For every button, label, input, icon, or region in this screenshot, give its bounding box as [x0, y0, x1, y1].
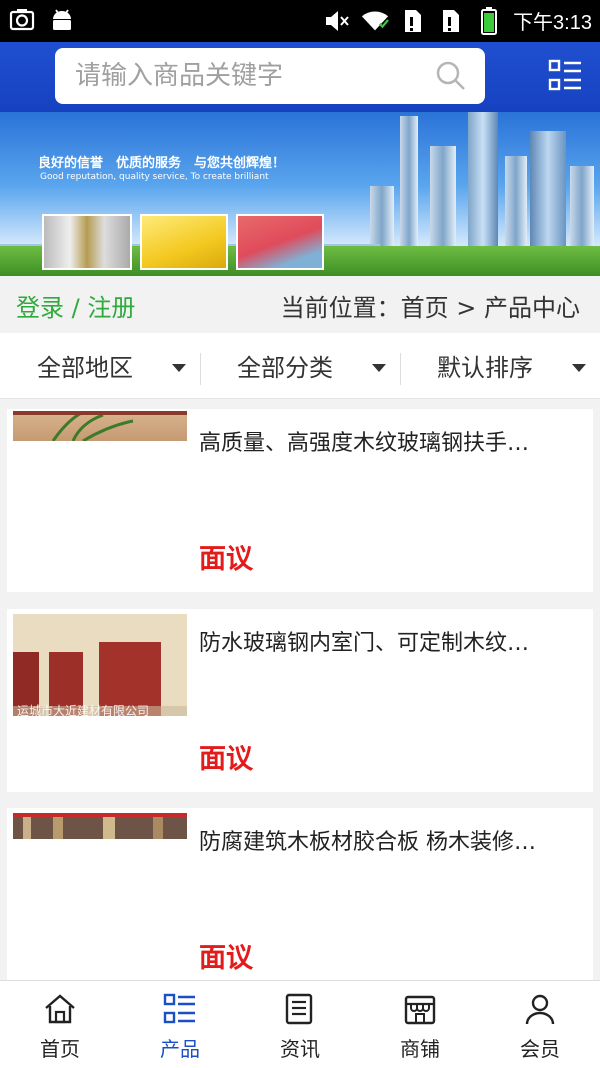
search-icon[interactable] — [435, 60, 467, 96]
product-title[interactable]: 防腐建筑木板材胶合板 杨木装修… — [199, 824, 583, 856]
product-thumbnail[interactable] — [13, 411, 187, 441]
product-price: 面议 — [199, 544, 253, 575]
grid-list-icon — [163, 993, 197, 1029]
product-card[interactable]: 运城市大近建材有限公司 防水玻璃钢内室门、可定制木纹… 面议 — [7, 609, 593, 792]
filter-label: 全部分类 — [237, 354, 333, 382]
dropdown-arrow-icon — [372, 364, 386, 372]
battery-icon — [475, 6, 503, 35]
breadcrumb: 当前位置：首页 > 产品中心 — [280, 294, 580, 322]
news-icon — [283, 993, 317, 1029]
tab-member[interactable]: 会员 — [480, 981, 600, 1068]
bottom-tab-bar: 首页 产品 资讯 商铺 会员 — [0, 980, 600, 1068]
tab-news[interactable]: 资讯 — [240, 981, 360, 1068]
thumbnail-watermark: 运城市大近建材有限公司 — [17, 704, 150, 716]
user-icon — [523, 993, 557, 1029]
camera-icon — [8, 6, 36, 34]
product-title[interactable]: 防水玻璃钢内室门、可定制木纹… — [199, 625, 583, 657]
product-price: 面议 — [199, 943, 253, 974]
sim2-icon — [437, 7, 465, 35]
banner-product-image — [140, 214, 228, 270]
tab-products[interactable]: 产品 — [120, 981, 240, 1068]
category-menu-icon[interactable] — [548, 58, 584, 94]
tab-label: 首页 — [40, 1037, 80, 1061]
banner-slogan: 良好的信誉 优质的服务 与您共创辉煌！ — [38, 156, 286, 171]
product-thumbnail[interactable] — [13, 813, 187, 839]
android-icon — [48, 6, 76, 34]
banner-slogan-en: Good reputation, quality service, To cre… — [40, 172, 269, 182]
dropdown-arrow-icon — [572, 364, 586, 372]
filter-region-dropdown[interactable]: 全部地区 — [0, 333, 200, 398]
product-thumbnail[interactable]: 运城市大近建材有限公司 — [13, 614, 187, 716]
home-icon — [43, 993, 77, 1029]
product-card[interactable]: 防腐建筑木板材胶合板 杨木装修… 面议 — [7, 808, 593, 991]
banner-product-image — [236, 214, 324, 270]
mute-icon — [323, 7, 351, 35]
login-register-link[interactable]: 登录 / 注册 — [16, 288, 135, 323]
status-bar: 下午3:13 — [0, 0, 600, 42]
banner-product-image — [42, 214, 132, 270]
filter-category-dropdown[interactable]: 全部分类 — [200, 333, 400, 398]
filter-label: 全部地区 — [37, 354, 133, 382]
product-card[interactable]: 高质量、高强度木纹玻璃钢扶手… 面议 — [7, 409, 593, 592]
tab-label: 资讯 — [280, 1037, 320, 1061]
product-price: 面议 — [199, 744, 253, 775]
sim1-icon — [399, 7, 427, 35]
search-input[interactable] — [73, 56, 417, 96]
header-bar — [0, 42, 600, 112]
product-title[interactable]: 高质量、高强度木纹玻璃钢扶手… — [199, 425, 583, 457]
filter-sort-dropdown[interactable]: 默认排序 — [400, 333, 600, 398]
tab-stores[interactable]: 商铺 — [360, 981, 480, 1068]
dropdown-arrow-icon — [172, 364, 186, 372]
tab-home[interactable]: 首页 — [0, 981, 120, 1068]
tab-label: 会员 — [520, 1037, 560, 1061]
filter-bar: 全部地区 全部分类 默认排序 — [0, 333, 600, 399]
clock: 下午3:13 — [513, 12, 592, 34]
promo-banner[interactable]: 良好的信誉 优质的服务 与您共创辉煌！ Good reputation, qua… — [0, 112, 600, 276]
location-row: 登录 / 注册 当前位置：首页 > 产品中心 — [0, 276, 600, 332]
store-icon — [403, 993, 437, 1029]
search-box[interactable] — [55, 48, 485, 104]
tab-label: 商铺 — [400, 1037, 440, 1061]
filter-label: 默认排序 — [437, 354, 533, 382]
tab-label: 产品 — [160, 1037, 200, 1061]
wifi-icon — [361, 7, 389, 35]
